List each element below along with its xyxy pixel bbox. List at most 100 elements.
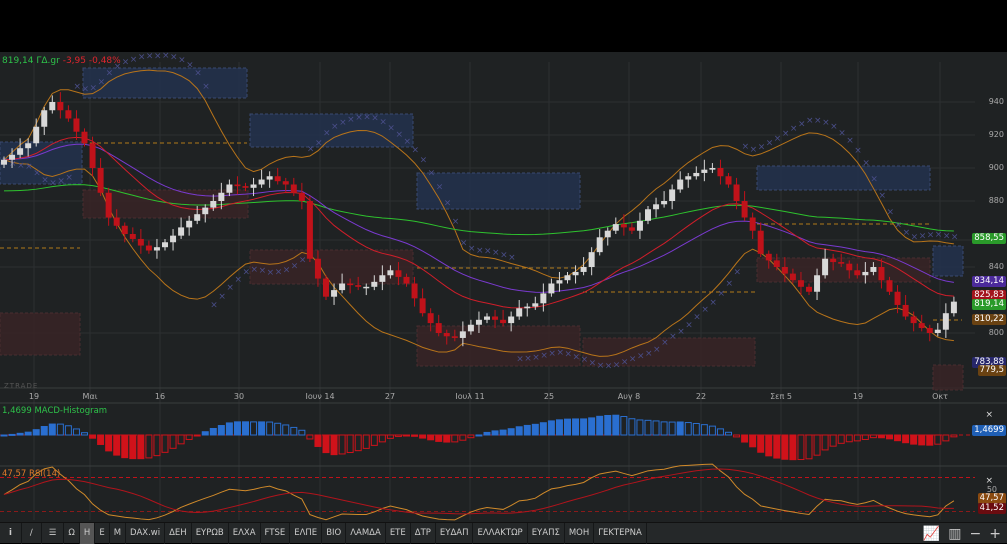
sar-marker: × <box>339 118 347 128</box>
toolbar-item-1[interactable]: Η <box>79 522 96 544</box>
candle <box>298 192 305 201</box>
sar-marker: × <box>154 51 162 61</box>
toolbar-item-17[interactable]: ΜΟΗ <box>565 522 595 544</box>
macd-bar <box>32 429 40 436</box>
macd-bar <box>322 434 330 454</box>
toolbar-item-14[interactable]: ΕΥΔΑΠ <box>436 522 474 544</box>
chart-type-icon[interactable]: 📈 <box>923 526 940 542</box>
toolbar-item-6[interactable]: ΕΥΡΩΒ <box>192 522 229 544</box>
candle <box>57 102 64 111</box>
sar-marker: × <box>508 253 516 263</box>
toolbar-item-16[interactable]: ΕΥΑΠΣ <box>528 522 565 544</box>
toolbar-item-9[interactable]: ΕΛΠΕ <box>290 522 323 544</box>
macd-bar <box>660 421 668 436</box>
sar-marker: × <box>565 350 573 360</box>
draw-line-button[interactable]: ∕ <box>22 522 42 544</box>
candle <box>902 304 909 317</box>
x-tick: Ιουλ 11 <box>455 392 485 401</box>
candle <box>25 143 32 149</box>
candle <box>186 220 193 228</box>
lines-button[interactable]: ☰ <box>42 522 65 544</box>
toolbar-item-18[interactable]: ΓΕΚΤΕΡΝΑ <box>594 522 647 544</box>
macd-bar <box>24 431 32 436</box>
macd-bar <box>894 434 902 442</box>
candle <box>492 316 499 320</box>
toolbar-item-12[interactable]: ΕΤΕ <box>386 522 411 544</box>
toolbar-item-10[interactable]: ΒΙΟ <box>322 522 347 544</box>
macd-bar <box>716 428 724 436</box>
candle <box>628 227 635 231</box>
toolbar-item-7[interactable]: ΕΛΧΑ <box>229 522 261 544</box>
toolbar-item-0[interactable]: Ω <box>64 522 80 544</box>
candle <box>588 252 595 267</box>
sar-marker: × <box>202 82 210 92</box>
macd-bar <box>338 434 346 455</box>
sar-marker: × <box>226 283 234 293</box>
sar-marker: × <box>315 138 323 148</box>
macd-bar <box>636 419 644 436</box>
toolbar-item-11[interactable]: ΛΑΜΔΑ <box>346 522 386 544</box>
macd-bar <box>451 434 459 443</box>
sar-marker: × <box>838 128 846 138</box>
candle <box>443 333 450 337</box>
price-chart[interactable]: × × ××× × × ×× × ×××× × × × × × × × × ×××××××× × × × × × ×××××… <box>0 0 1007 543</box>
macd-bar <box>113 434 121 456</box>
candle <box>838 262 845 264</box>
macd-bar <box>209 427 217 436</box>
candle <box>822 258 829 276</box>
candle <box>604 230 611 238</box>
toolbar-item-15[interactable]: ΕΛΛΑΚΤΩΡ <box>473 522 528 544</box>
sar-marker: × <box>524 354 532 364</box>
macd-bar <box>258 421 266 436</box>
candle <box>797 280 804 287</box>
candle <box>789 273 796 281</box>
candle <box>846 263 853 271</box>
candle <box>355 285 362 287</box>
toolbar-item-13[interactable]: ΔΤΡ <box>411 522 436 544</box>
candle <box>258 179 265 185</box>
candle <box>451 336 458 338</box>
candle <box>170 235 177 243</box>
toolbar-item-3[interactable]: Μ <box>110 522 127 544</box>
macd-bar <box>950 434 958 438</box>
macd-bar <box>539 422 547 436</box>
macd-bar <box>225 422 233 436</box>
toolbar-item-5[interactable]: ΔΕΗ <box>165 522 192 544</box>
zoom-out-button[interactable]: − <box>970 526 982 542</box>
info-icon: i <box>9 528 12 538</box>
candle <box>620 224 627 228</box>
candle <box>403 276 410 284</box>
candle <box>145 245 152 251</box>
sar-marker: × <box>532 353 540 363</box>
toolbar-item-2[interactable]: Ε <box>95 522 110 544</box>
candle <box>934 329 941 333</box>
macd-bar <box>354 434 362 452</box>
sar-marker: × <box>323 129 331 139</box>
candle <box>137 238 144 246</box>
macd-bar <box>555 419 563 436</box>
sar-marker: × <box>251 265 259 275</box>
x-tick: Σεπ 5 <box>770 392 792 401</box>
sar-marker: × <box>685 321 693 331</box>
info-button[interactable]: i <box>0 522 22 544</box>
macd-bar <box>81 432 88 436</box>
macd-bar <box>765 434 773 457</box>
toolbar-item-8[interactable]: FTSE <box>261 522 291 544</box>
sar-marker: × <box>476 246 484 256</box>
candle <box>162 242 168 248</box>
macd-close-icon[interactable]: × <box>985 410 993 420</box>
price-label: 858,55 <box>972 233 1006 244</box>
macd-bar <box>298 429 306 436</box>
macd-bar <box>129 434 137 460</box>
rsi-label: 47,57 RSI(14) <box>2 469 61 479</box>
bar-chart-icon[interactable]: ▥ <box>948 526 961 542</box>
price-tick: 900 <box>988 163 1004 172</box>
candle <box>645 209 651 221</box>
macd-bar <box>8 433 16 436</box>
toolbar-item-4[interactable]: DAX.wi <box>126 522 166 544</box>
macd-bar <box>886 434 893 440</box>
zoom-in-button[interactable]: + <box>989 526 1001 542</box>
macd-bar <box>177 434 185 445</box>
macd-bar <box>781 434 789 460</box>
macd-bar <box>773 434 781 459</box>
